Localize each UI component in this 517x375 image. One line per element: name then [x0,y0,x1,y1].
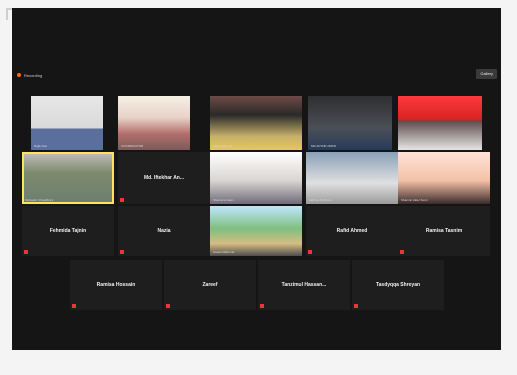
participant-name: Sharmin Akter Sumi [401,198,428,202]
participant-tile[interactable]: Nazia [118,206,210,256]
participant-tile[interactable]: Tasdyqqa Shreyan [352,260,444,310]
participant-name: Ramisa Tasnim [425,228,463,234]
recording-dot-icon [17,73,21,77]
participant-tile[interactable]: Tamanna [398,96,482,150]
muted-mic-icon [120,198,124,202]
participant-name: MD AFTAB UDDIN [311,144,337,148]
participant-name: Sajib Mahmud [213,144,233,148]
page-bottom-margin [0,350,517,375]
participant-tile[interactable]: Hasan Mahmud [210,206,302,256]
participant-tile[interactable]: Zareef [164,260,256,310]
participant-name: Rafid Ahmed [336,228,368,234]
participant-tile[interactable]: Rafid Ahmed [306,206,398,256]
muted-mic-icon [24,250,28,254]
participant-tile[interactable]: MD AFTAB UDDIN [308,96,392,150]
participant-tile[interactable]: Shamima Islam [210,152,302,204]
participant-name: Tanzimul Hassan... [281,282,327,288]
participant-name: COORDINATOR [121,144,144,148]
participant-tile[interactable]: Sabrina Rahman [306,152,398,204]
participant-name: Hasan Mahmud [213,250,235,254]
participant-tile[interactable]: Fehmida Tajnin [22,206,114,256]
muted-mic-icon [120,250,124,254]
participant-name: Zareef [202,282,218,288]
participant-name: Mobassir Chowdhury [25,198,54,202]
muted-mic-icon [72,304,76,308]
participant-tile[interactable]: Rajib Das [31,96,103,150]
gallery-view-button[interactable]: Gallery [476,69,497,79]
participant-name: Tamanna [401,144,414,148]
muted-mic-icon [166,304,170,308]
muted-mic-icon [260,304,264,308]
participant-name: Ramisa Hossain [96,282,136,288]
participant-name: Md. Iftekhar An... [143,175,185,181]
muted-mic-icon [308,250,312,254]
participant-tile[interactable]: Sharmin Akter Sumi [398,152,490,204]
participant-tile[interactable]: Tanzimul Hassan... [258,260,350,310]
participant-name: Fehmida Tajnin [49,228,87,234]
participant-tile[interactable]: Ramisa Tasnim [398,206,490,256]
muted-mic-icon [400,250,404,254]
participant-name: Sabrina Rahman [309,198,332,202]
muted-mic-icon [354,304,358,308]
participant-tile[interactable]: Md. Iftekhar An... [118,152,210,204]
participant-tile[interactable]: Ramisa Hossain [70,260,162,310]
participant-tile-active-speaker[interactable]: Mobassir Chowdhury [22,152,114,204]
participant-tile[interactable]: Sajib Mahmud [210,96,302,150]
participant-name: Rajib Das [34,144,48,148]
participant-name: Shamima Islam [213,198,234,202]
participant-name: Tasdyqqa Shreyan [375,282,421,288]
recording-label: Recording [24,72,43,78]
participant-name: Nazia [157,228,171,234]
recording-indicator: Recording [17,70,77,80]
participant-tile[interactable]: COORDINATOR [118,96,190,150]
